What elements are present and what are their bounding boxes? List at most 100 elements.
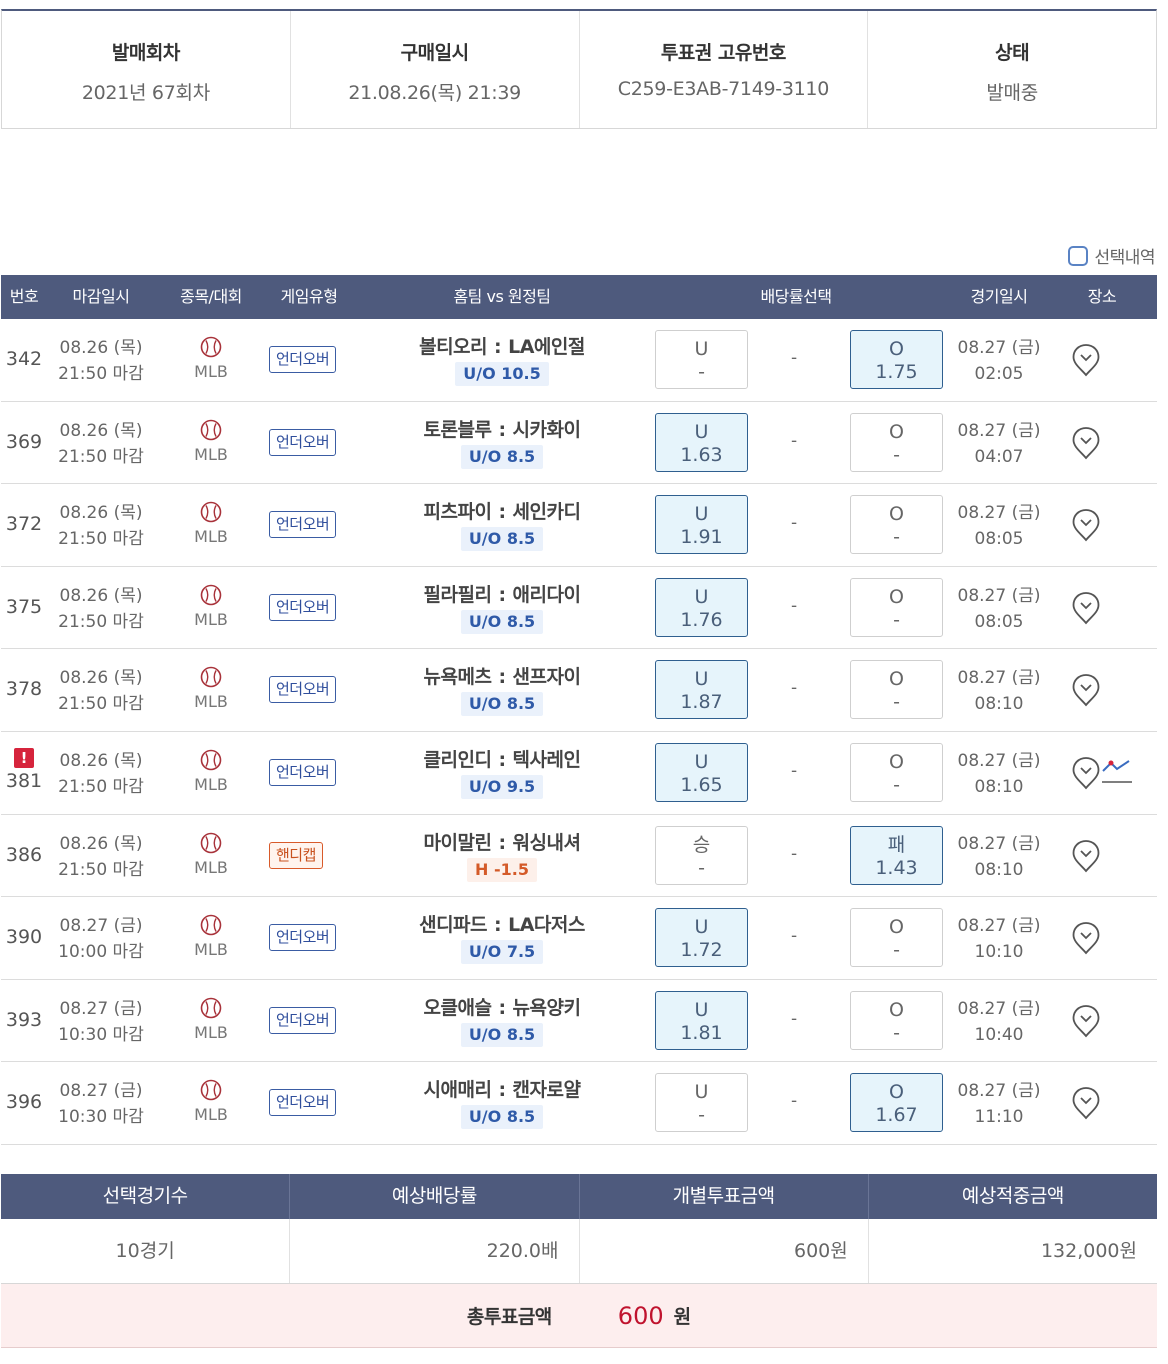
total-value: 600 — [617, 1301, 664, 1330]
summary-col-stake: 개별투표금액 — [580, 1174, 869, 1219]
selection-toggle-label: 선택내역 — [1094, 248, 1155, 268]
game-number: 386 — [1, 844, 47, 866]
odds-value: 1.81 — [680, 1021, 723, 1044]
odds-right-button[interactable]: O- — [850, 577, 943, 637]
vs-separator: : — [498, 501, 506, 524]
checkbox-icon[interactable] — [1068, 245, 1089, 266]
odds-value: - — [698, 1104, 705, 1127]
line-badge: U/O 8.5 — [460, 1022, 544, 1047]
info-label: 발매회차 — [111, 42, 180, 64]
location-pin-icon[interactable] — [1071, 921, 1101, 955]
teams: 뉴욕메츠: 샌프자이 U/O 8.5 — [397, 662, 607, 717]
odds-right-button[interactable]: O 1.67 — [850, 1073, 943, 1133]
location-pin-icon[interactable] — [1071, 673, 1101, 707]
odds-right-button[interactable]: 패 1.43 — [850, 825, 943, 885]
odds-value: - — [698, 361, 705, 383]
odds-right-button[interactable]: O- — [850, 742, 943, 802]
deadline-date: 08.27 (금) — [59, 916, 143, 937]
odds-right-button[interactable]: O- — [850, 495, 943, 555]
odds-left-button[interactable]: U- — [655, 330, 748, 389]
odds-value: 1.75 — [875, 361, 918, 383]
odds-value: - — [893, 608, 900, 631]
home-team: 뉴욕메츠 — [423, 666, 492, 689]
game-time: 11:10 — [974, 1107, 1024, 1128]
game-datetime: 08.27 (금) 08:05 — [947, 500, 1051, 552]
info-label: 구매일시 — [400, 42, 469, 64]
selection-toggle[interactable]: 선택내역 — [1068, 243, 1155, 268]
odds-left-button[interactable]: U- — [655, 1073, 748, 1133]
location-pin-icon[interactable] — [1071, 508, 1101, 542]
odds-value: 1.65 — [680, 773, 723, 796]
odds-left-button[interactable]: U 1.72 — [655, 908, 748, 968]
odds-left-button[interactable]: U 1.76 — [655, 577, 748, 637]
game-number: 396 — [1, 1091, 47, 1113]
table-header: 번호 마감일시 종목/대회 게임유형 홈팀 vs 원정팀 배당률선택 경기일시 … — [1, 275, 1157, 319]
baseball-icon — [200, 584, 222, 606]
odds-left-button[interactable]: U 1.63 — [655, 412, 748, 472]
odds-mid: - — [791, 513, 798, 534]
odds-label: U — [694, 585, 709, 608]
game-number: 342 — [1, 348, 47, 370]
deadline-date: 08.27 (금) — [59, 998, 143, 1019]
odds-mid: - — [791, 1091, 798, 1112]
odds-label: 패 — [887, 833, 906, 856]
col-game-type: 게임유형 — [280, 287, 338, 306]
deadline: 08.26 (목) 21:50 마감 — [49, 748, 153, 800]
location-pin-icon[interactable] — [1071, 839, 1101, 873]
game-type-badge: 언더오버 — [269, 1006, 337, 1034]
odds-label: U — [694, 503, 709, 526]
summary-expected-odds: 220.0배 — [290, 1219, 580, 1283]
deadline: 08.26 (목) 21:50 마감 — [49, 831, 153, 883]
game-datetime: 08.27 (금) 04:07 — [947, 418, 1051, 470]
teams: 샌디파드: LA다저스 U/O 7.5 — [397, 910, 607, 965]
away-team: 세인카디 — [512, 501, 581, 524]
info-value: 2021년 67회차 — [81, 82, 210, 104]
baseball-icon — [200, 419, 222, 440]
odds-label: O — [889, 916, 904, 939]
deadline-date: 08.26 (목) — [59, 833, 143, 854]
odds-left-button[interactable]: U 1.87 — [655, 660, 748, 720]
line-badge: U/O 8.5 — [460, 609, 544, 634]
sport: MLB — [179, 997, 243, 1042]
location-pin-icon[interactable] — [1071, 1086, 1101, 1120]
info-value: 21.08.26(목) 21:39 — [348, 82, 521, 104]
col-venue: 장소 — [1087, 287, 1117, 306]
vs-separator: : — [498, 996, 506, 1019]
location-pin-icon[interactable] — [1071, 426, 1101, 460]
alert-icon: ! — [14, 747, 34, 768]
home-team: 볼티오리 — [419, 336, 488, 358]
odds-right-button[interactable]: O- — [850, 660, 943, 720]
sport: MLB — [179, 501, 243, 546]
location-pin-icon[interactable] — [1071, 343, 1101, 377]
location-pin-icon[interactable] — [1071, 1004, 1101, 1038]
baseball-icon — [200, 1080, 222, 1101]
sport: MLB — [179, 419, 243, 464]
vs-separator: : — [498, 666, 506, 689]
odds-value: - — [893, 526, 900, 549]
game-datetime: 08.27 (금) 08:10 — [947, 748, 1051, 800]
baseball-icon — [200, 832, 222, 853]
odds-label: 승 — [692, 833, 711, 856]
game-number: 372 — [1, 513, 47, 535]
odds-right-button[interactable]: O- — [850, 412, 943, 472]
sport-label: MLB — [194, 444, 228, 464]
game-number: 390 — [1, 926, 47, 948]
game-number-text: 381 — [5, 769, 43, 792]
summary-col-payout: 예상적중금액 — [961, 1185, 1064, 1207]
odds-left-button[interactable]: U 1.65 — [655, 742, 748, 802]
game-date: 08.27 (금) — [957, 503, 1041, 524]
odds-right-button[interactable]: O- — [850, 990, 943, 1050]
teams: 클리인디: 텍사레인 U/O 9.5 — [397, 745, 607, 799]
teams: 마이말린: 워싱내셔 H -1.5 — [397, 828, 607, 882]
location-pin-icon[interactable] — [1071, 756, 1101, 790]
game-date: 08.27 (금) — [957, 916, 1041, 937]
col-odds: 배당률선택 — [760, 287, 832, 306]
odds-right-button[interactable]: O 1.75 — [850, 330, 943, 389]
odds-left-button[interactable]: U 1.91 — [655, 495, 748, 555]
odds-right-button[interactable]: O- — [850, 908, 943, 968]
odds-left-button[interactable]: 승- — [655, 825, 748, 885]
col-deadline: 마감일시 — [72, 287, 130, 306]
odds-chart-icon[interactable] — [1101, 757, 1133, 785]
odds-left-button[interactable]: U 1.81 — [655, 990, 748, 1050]
location-pin-icon[interactable] — [1071, 591, 1101, 625]
